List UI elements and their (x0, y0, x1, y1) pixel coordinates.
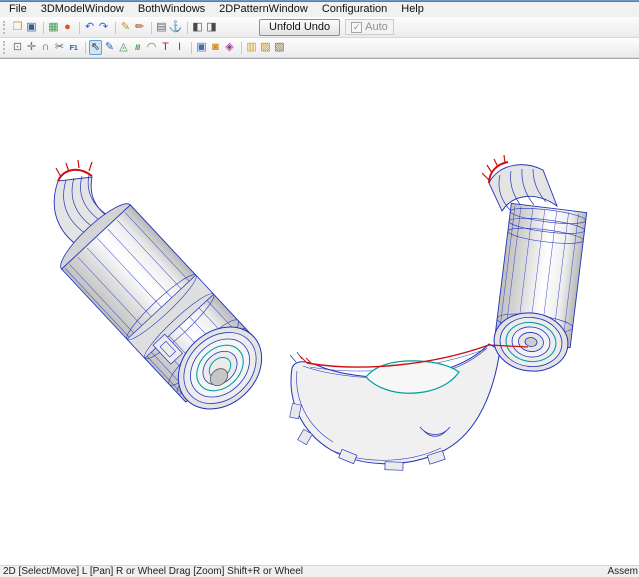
status-right-label: Assem (607, 566, 638, 577)
menu-3dmodelwindow[interactable]: 3DModelWindow (34, 3, 131, 16)
parts-folder-icon[interactable]: ▨ (259, 40, 272, 55)
checkbox-checked-icon: ✓ (351, 22, 362, 33)
toolbar-grip[interactable] (3, 21, 7, 34)
edit-flaps-icon[interactable]: ✎ (103, 40, 116, 55)
tools-toolbar-icons: ⊡✛∩✂F1 ⇖✎◬///◠TI ▣◙◈ ▥▨▧ (11, 40, 287, 55)
menu-help[interactable]: Help (394, 3, 431, 16)
app-window: File3DModelWindowBothWindows2DPatternWin… (0, 0, 639, 577)
anchor-icon[interactable]: ⚓ (169, 20, 182, 35)
help-f1-icon[interactable]: F1 (67, 40, 80, 55)
status-hint-text: 2D [Select/Move] L [Pan] R or Wheel Drag… (3, 566, 303, 577)
print-pattern-icon[interactable]: ▧ (273, 40, 286, 55)
select-frame-icon[interactable]: ⊡ (11, 40, 24, 55)
undo-icon[interactable]: ↶ (83, 20, 96, 35)
pattern-sheet-icon[interactable]: ▥ (245, 40, 258, 55)
image-insert-icon[interactable]: ▣ (195, 40, 208, 55)
pen-tool-icon[interactable]: ✎ (119, 20, 132, 35)
status-bar: 2D [Select/Move] L [Pan] R or Wheel Drag… (0, 565, 639, 577)
save-file-icon[interactable]: ▣ (25, 20, 38, 35)
menu-bar: File3DModelWindowBothWindows2DPatternWin… (0, 2, 639, 17)
marker-pen-icon[interactable]: ✏ (133, 20, 146, 35)
main-toolbar: ❒▣ ▦● ↶↷ ✎✏ ▤⚓ ◧◨ Unfold Undo ✓ Auto (0, 17, 639, 38)
print-setup-icon[interactable]: ▤ (155, 20, 168, 35)
texture-window-icon[interactable]: ▦ (47, 20, 60, 35)
magnet-icon[interactable]: ∩ (39, 40, 52, 55)
fold-line-icon[interactable]: ◠ (145, 40, 158, 55)
knife-icon[interactable]: ✂ (53, 40, 66, 55)
toolbar-grip[interactable] (3, 41, 7, 54)
auto-checkbox[interactable]: ✓ Auto (345, 19, 394, 35)
main-toolbar-icons: ❒▣ ▦● ↶↷ ✎✏ ▤⚓ ◧◨ (11, 20, 219, 35)
model-crescent-panel (290, 344, 500, 470)
show-3d-window-icon[interactable]: ◧ (191, 20, 204, 35)
paint-face-icon[interactable]: ◙ (209, 40, 222, 55)
menu-file[interactable]: File (2, 3, 34, 16)
select-move-tool-icon[interactable]: ⇖ (89, 40, 102, 55)
edge-color-icon[interactable]: /// (131, 40, 144, 55)
model-3d-render (0, 59, 639, 565)
text-tool-icon[interactable]: T (159, 40, 172, 55)
pan-view-icon[interactable]: ✛ (25, 40, 38, 55)
divide-join-face-icon[interactable]: ◬ (117, 40, 130, 55)
menu-configuration[interactable]: Configuration (315, 3, 394, 16)
material-ball-icon[interactable]: ● (61, 20, 74, 35)
unfold-undo-button[interactable]: Unfold Undo (259, 19, 340, 36)
model-right-tube-elbow (482, 155, 557, 211)
menu-bothwindows[interactable]: BothWindows (131, 3, 212, 16)
menu-2dpatternwindow[interactable]: 2DPatternWindow (212, 3, 315, 16)
model-viewport[interactable] (0, 58, 639, 565)
measure-tool-icon[interactable]: I (173, 40, 186, 55)
palette-icon[interactable]: ◈ (223, 40, 236, 55)
auto-checkbox-label: Auto (365, 21, 388, 33)
tools-toolbar: ⊡✛∩✂F1 ⇖✎◬///◠TI ▣◙◈ ▥▨▧ (0, 38, 639, 58)
show-2d-window-icon[interactable]: ◨ (205, 20, 218, 35)
open-file-icon[interactable]: ❒ (11, 20, 24, 35)
redo-icon[interactable]: ↷ (97, 20, 110, 35)
